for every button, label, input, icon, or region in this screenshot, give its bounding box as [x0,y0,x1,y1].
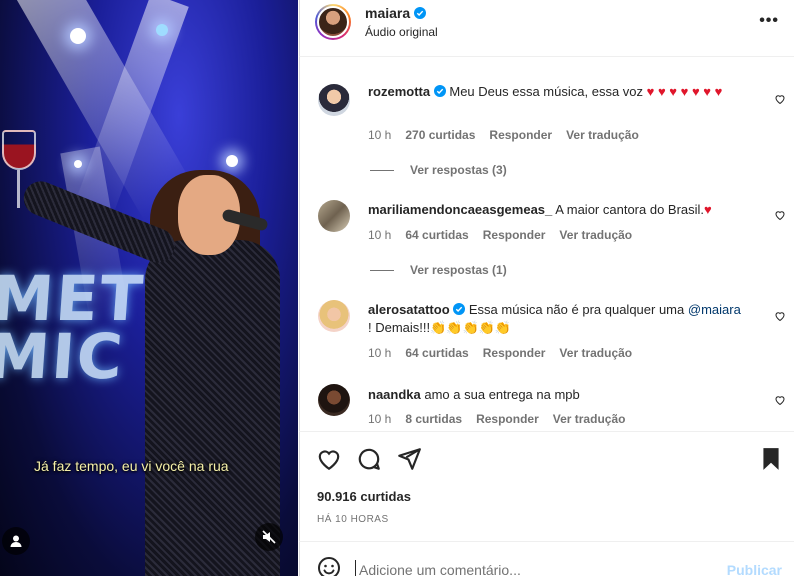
comment-icon[interactable] [356,446,382,472]
wine-glass-stem [17,170,20,208]
comment-body-continued: ! Demais!!! [368,320,431,335]
stage-spotlight [156,24,168,36]
comment-composer: Publicar [299,541,794,576]
comment-body: amo a sua entrega na mpb [424,387,580,402]
commenter-username[interactable]: mariliamendoncaeasgemeas_ [368,202,552,217]
comment-meta: 10 h 8 curtidas Responder Ver tradução [368,412,625,426]
clapping-hands-emoji: 👏👏👏👏👏 [430,320,512,335]
commenter-avatar[interactable] [318,200,350,232]
more-options-button[interactable]: ••• [759,12,779,30]
comment-text: mariliamendoncaeasgemeas_ A maior cantor… [368,201,753,219]
comment-body: Meu Deus essa música, essa voz [449,84,647,99]
wine-glass [2,130,36,170]
comment-likes[interactable]: 8 curtidas [405,412,462,426]
reply-button[interactable]: Responder [483,346,546,360]
comments-list[interactable]: rozemotta Meu Deus essa música, essa voz… [299,57,794,431]
comment-time: 10 h [368,128,392,142]
comment-meta: 10 h 270 curtidas Responder Ver tradução [368,128,639,142]
translate-button[interactable]: Ver tradução [559,228,632,242]
commenter-username[interactable]: naandka [368,387,421,402]
comment-time: 10 h [368,228,392,242]
comment-like-heart-icon[interactable] [774,209,786,221]
red-heart-emoji: ♥ [704,202,712,217]
reply-button[interactable]: Responder [489,128,552,142]
send-icon[interactable] [396,446,422,472]
author-username-text[interactable]: maiara [365,5,410,21]
commenter-username[interactable]: alerosatattoo [368,302,450,317]
commenter-avatar[interactable] [318,84,350,116]
view-replies-button[interactable]: Ver respostas (3) [370,163,507,177]
replies-divider [370,269,394,271]
mute-button[interactable] [255,523,283,551]
user-mention-link[interactable]: @maiara [688,302,741,317]
view-replies-label[interactable]: Ver respostas (1) [410,263,507,277]
red-hearts-emoji: ♥ ♥ ♥ ♥ ♥ ♥ ♥ [646,84,723,99]
post-timestamp[interactable]: HÁ 10 HORAS [317,514,389,525]
comment-body: A maior cantora do Brasil. [555,202,705,217]
translate-button[interactable]: Ver tradução [553,412,626,426]
comment-body: Essa música não é pra qualquer uma [468,302,685,317]
comment-like-heart-icon[interactable] [774,394,786,406]
stage-spotlight [74,160,82,168]
video-player[interactable]: MET MIC Já faz tempo, eu vi você na rua [0,0,298,576]
comment-meta: 10 h 64 curtidas Responder Ver tradução [368,228,632,242]
translate-button[interactable]: Ver tradução [559,346,632,360]
verified-badge-icon [433,85,446,97]
comment-time: 10 h [368,412,392,426]
comment-like-heart-icon[interactable] [774,310,786,322]
stage-spotlight [226,155,238,167]
comment-meta: 10 h 64 curtidas Responder Ver tradução [368,346,632,360]
comment-like-heart-icon[interactable] [774,93,786,105]
commenter-avatar[interactable] [318,384,350,416]
emoji-icon[interactable] [317,556,341,576]
translate-button[interactable]: Ver tradução [566,128,639,142]
commenter-avatar[interactable] [318,300,350,332]
author-avatar[interactable] [315,4,351,40]
bookmark-icon[interactable] [758,446,784,472]
heart-icon[interactable] [316,446,342,472]
stage-backdrop-text: MET MIC [0,262,147,393]
comment-text: alerosatattoo Essa música não é pra qual… [368,301,753,337]
author-username[interactable]: maiara [365,5,427,21]
person-icon [10,535,22,547]
view-replies-label[interactable]: Ver respostas (3) [410,163,507,177]
stage-spotlight [70,28,86,44]
reply-button[interactable]: Responder [476,412,539,426]
comment-text: rozemotta Meu Deus essa música, essa voz… [368,83,753,101]
reply-button[interactable]: Responder [483,228,546,242]
video-subtitle: Já faz tempo, eu vi você na rua [34,458,229,474]
comment-likes[interactable]: 270 curtidas [405,128,475,142]
replies-divider [370,169,394,171]
audio-label[interactable]: Áudio original [365,25,438,39]
comment-likes[interactable]: 64 curtidas [405,346,468,360]
publish-button[interactable]: Publicar [727,562,782,576]
verified-badge-icon [453,303,466,315]
post-actions: 90.916 curtidas HÁ 10 HORAS [299,431,794,541]
comment-input[interactable] [355,560,715,576]
verified-badge-icon [414,7,427,19]
comment-likes[interactable]: 64 curtidas [405,228,468,242]
commenter-username[interactable]: rozemotta [368,84,430,99]
post-likes-count[interactable]: 90.916 curtidas [317,489,411,504]
post-header: maiara Áudio original ••• [299,0,794,57]
comment-text: naandka amo a sua entrega na mpb [368,386,753,404]
more-horizontal-icon: ••• [759,12,779,29]
audio-info-button[interactable] [2,527,30,555]
muted-speaker-icon [262,530,276,544]
comment-time: 10 h [368,346,392,360]
view-replies-button[interactable]: Ver respostas (1) [370,263,507,277]
